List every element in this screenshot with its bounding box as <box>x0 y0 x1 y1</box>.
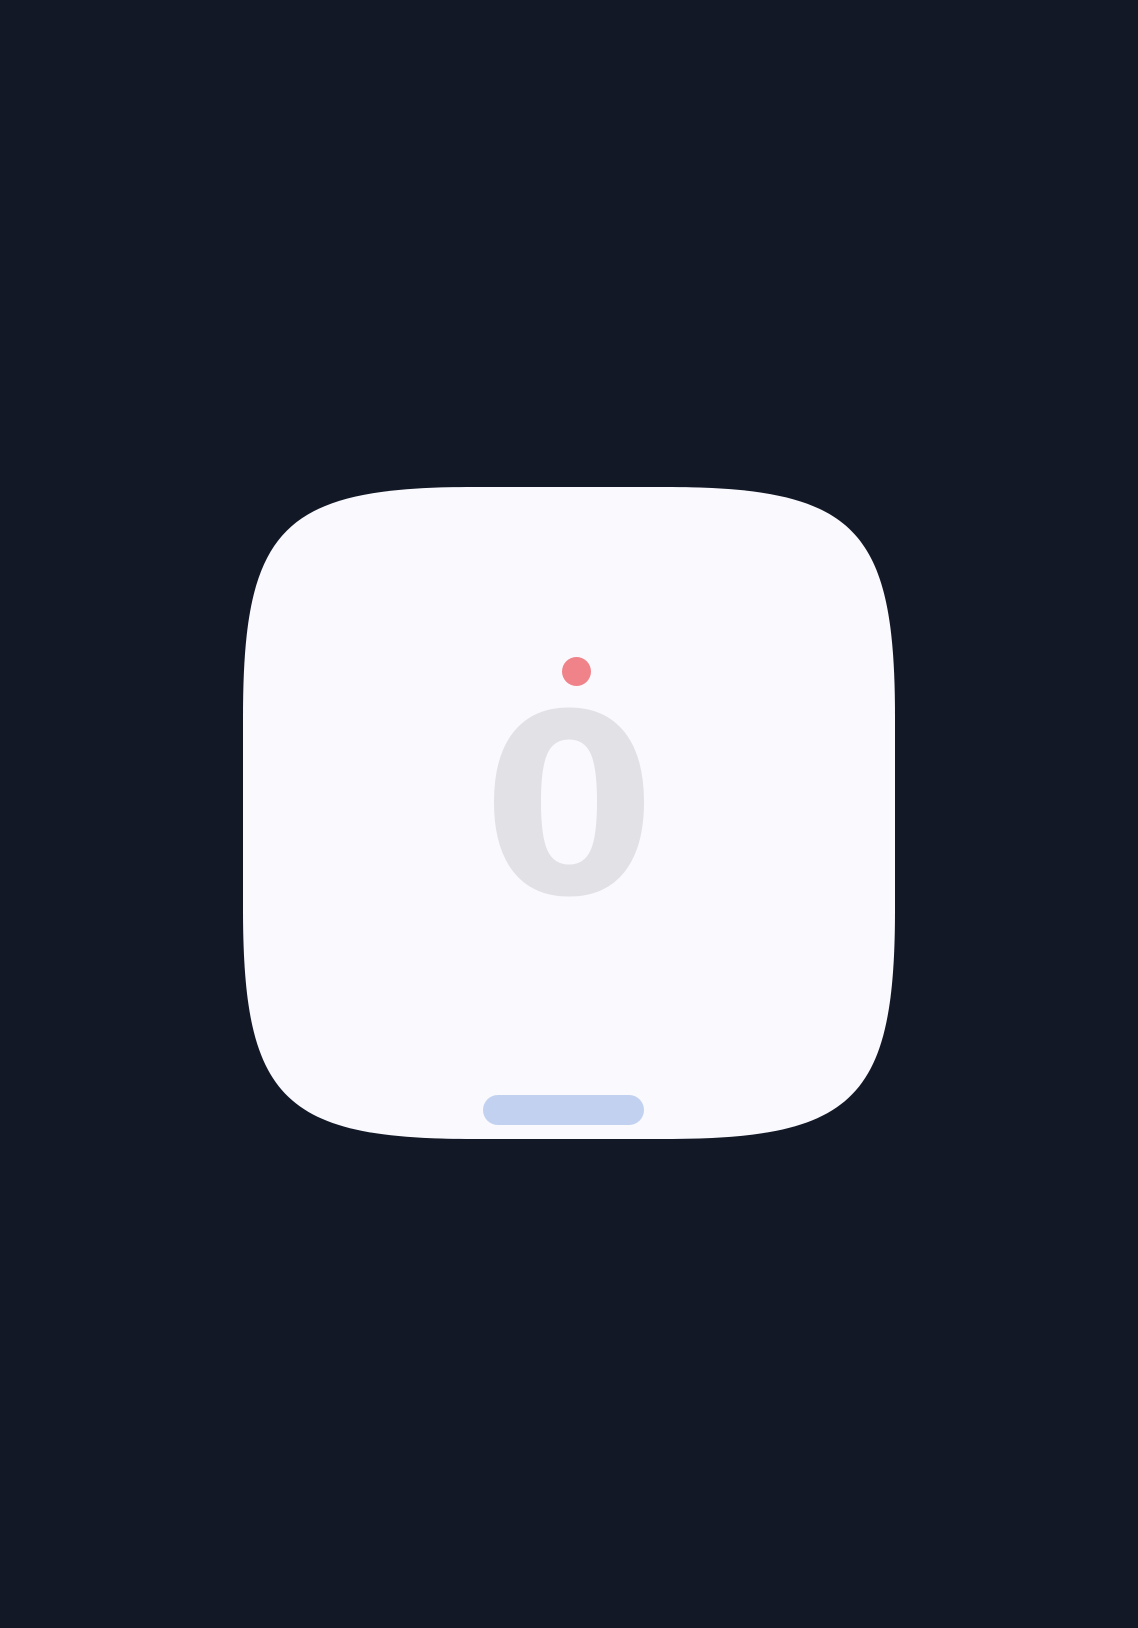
app-screen: 0 <box>0 0 1138 1628</box>
counter-widget[interactable]: 0 <box>243 487 895 1139</box>
counter-value: 0 <box>482 661 656 952</box>
drag-handle[interactable] <box>483 1095 644 1125</box>
